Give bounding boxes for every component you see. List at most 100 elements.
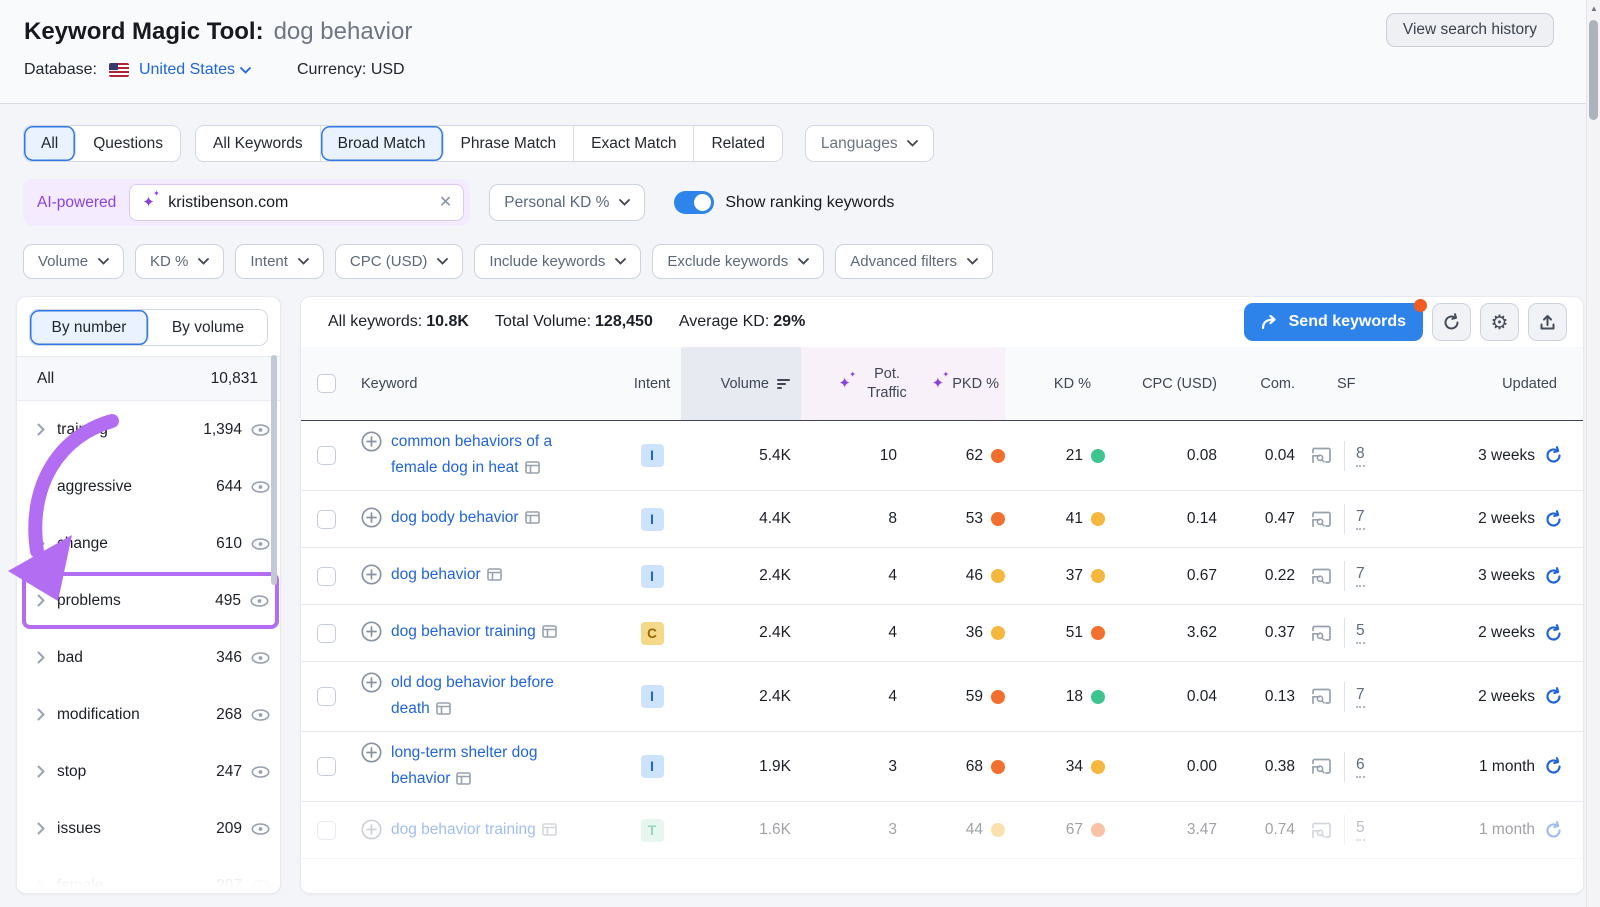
- personal-kd-dropdown[interactable]: Personal KD %: [489, 184, 645, 221]
- serp-features-icon[interactable]: [1311, 822, 1332, 839]
- match-tab[interactable]: All Keywords: [196, 126, 321, 161]
- sidebar-group-item[interactable]: bad 346: [17, 629, 280, 686]
- refresh-icon[interactable]: [1544, 821, 1563, 840]
- column-header-sf[interactable]: SF: [1295, 347, 1393, 420]
- sidebar-group-item[interactable]: modification 268: [17, 686, 280, 743]
- row-checkbox[interactable]: [317, 510, 336, 529]
- serp-preview-icon[interactable]: [487, 564, 502, 590]
- serp-preview-icon[interactable]: [525, 507, 540, 533]
- column-header-kd[interactable]: KD %: [1005, 347, 1105, 420]
- filter-dropdown[interactable]: Exclude keywords: [652, 244, 824, 279]
- match-tab[interactable]: Phrase Match: [444, 126, 575, 161]
- eye-icon[interactable]: [250, 595, 269, 607]
- serp-features-icon[interactable]: [1311, 511, 1332, 528]
- add-keyword-icon[interactable]: [361, 819, 382, 840]
- sidebar-group-item[interactable]: issues 209: [17, 800, 280, 857]
- add-keyword-icon[interactable]: [361, 672, 382, 693]
- table-row[interactable]: old dog behavior before death I 2.4K 4 5…: [301, 662, 1583, 732]
- chevron-right-icon[interactable]: [37, 594, 45, 607]
- chevron-right-icon[interactable]: [37, 480, 45, 493]
- languages-dropdown[interactable]: Languages: [805, 125, 934, 162]
- column-header-pot-traffic[interactable]: ✦ Pot. Traffic: [801, 347, 913, 420]
- export-button[interactable]: [1528, 303, 1567, 341]
- row-checkbox[interactable]: [317, 567, 336, 586]
- scrollbar-thumb[interactable]: [1589, 20, 1598, 120]
- filter-dropdown[interactable]: Volume: [23, 244, 124, 279]
- sidebar-item-all[interactable]: All 10,831: [17, 356, 280, 401]
- keyword-link[interactable]: dog body behavior: [391, 509, 519, 526]
- select-all-checkbox[interactable]: [317, 374, 336, 393]
- chevron-right-icon[interactable]: [37, 765, 45, 778]
- eye-icon[interactable]: [251, 766, 270, 778]
- row-checkbox[interactable]: [317, 757, 336, 776]
- table-row[interactable]: long-term shelter dog behavior I 1.9K 3 …: [301, 732, 1583, 802]
- chevron-right-icon[interactable]: [37, 708, 45, 721]
- sidebar-group-item[interactable]: stop 247: [17, 743, 280, 800]
- sidebar-group-item[interactable]: aggressive 644: [17, 458, 280, 515]
- column-header-keyword[interactable]: Keyword: [361, 347, 623, 420]
- refresh-icon[interactable]: [1544, 567, 1563, 586]
- column-header-com[interactable]: Com.: [1217, 347, 1295, 420]
- add-keyword-icon[interactable]: [361, 431, 382, 452]
- column-header-volume[interactable]: Volume: [681, 347, 801, 420]
- eye-icon[interactable]: [251, 823, 270, 835]
- add-keyword-icon[interactable]: [361, 507, 382, 528]
- serp-preview-icon[interactable]: [542, 819, 557, 845]
- sidebar-group-item[interactable]: change 610: [17, 515, 280, 572]
- refresh-icon[interactable]: [1544, 687, 1563, 706]
- browser-scrollbar[interactable]: ▲: [1586, 0, 1600, 907]
- eye-icon[interactable]: [251, 424, 270, 436]
- eye-icon[interactable]: [251, 481, 270, 493]
- clear-input-icon[interactable]: ✕: [439, 192, 452, 212]
- eye-icon[interactable]: [251, 652, 270, 664]
- serp-preview-icon[interactable]: [436, 698, 451, 724]
- match-tab[interactable]: Questions: [76, 126, 180, 161]
- chevron-right-icon[interactable]: [37, 822, 45, 835]
- keyword-link[interactable]: dog behavior training: [391, 623, 536, 640]
- serp-features-icon[interactable]: [1311, 568, 1332, 585]
- match-tab[interactable]: Exact Match: [574, 126, 694, 161]
- sidebar-group-item[interactable]: female 207: [17, 857, 280, 894]
- chevron-right-icon[interactable]: [37, 651, 45, 664]
- table-row[interactable]: dog behavior training C 2.4K 4 36 51 3.6…: [301, 605, 1583, 662]
- match-tab[interactable]: Broad Match: [321, 126, 444, 161]
- row-checkbox[interactable]: [317, 446, 336, 465]
- sf-count[interactable]: 7: [1356, 565, 1365, 587]
- filter-dropdown[interactable]: Intent: [235, 244, 324, 279]
- column-header-intent[interactable]: Intent: [623, 347, 681, 420]
- serp-features-icon[interactable]: [1311, 688, 1332, 705]
- domain-search-input[interactable]: [129, 184, 464, 221]
- sf-count[interactable]: 7: [1356, 508, 1365, 530]
- sf-count[interactable]: 7: [1356, 686, 1365, 708]
- keyword-link[interactable]: dog behavior: [391, 566, 481, 583]
- sidebar-sort-tab[interactable]: By volume: [149, 310, 267, 345]
- table-row[interactable]: dog behavior training T 1.6K 3 44 67 3.4…: [301, 802, 1583, 859]
- add-keyword-icon[interactable]: [361, 742, 382, 763]
- filter-dropdown[interactable]: CPC (USD): [335, 244, 464, 279]
- column-header-updated[interactable]: Updated: [1393, 347, 1567, 420]
- sf-count[interactable]: 6: [1356, 756, 1365, 778]
- table-row[interactable]: dog behavior I 2.4K 4 46 37 0.67 0.22: [301, 548, 1583, 605]
- refresh-icon[interactable]: [1544, 757, 1563, 776]
- send-keywords-button[interactable]: Send keywords: [1244, 303, 1423, 341]
- table-row[interactable]: dog body behavior I 4.4K 8 53 41 0.14 0.…: [301, 491, 1583, 548]
- column-header-pkd[interactable]: ✦ PKD %: [913, 347, 1005, 420]
- sf-count[interactable]: 5: [1356, 622, 1365, 644]
- table-row[interactable]: common behaviors of a female dog in heat…: [301, 421, 1583, 491]
- refresh-icon[interactable]: [1544, 510, 1563, 529]
- column-header-cpc[interactable]: CPC (USD): [1105, 347, 1217, 420]
- serp-features-icon[interactable]: [1311, 758, 1332, 775]
- serp-features-icon[interactable]: [1311, 625, 1332, 642]
- sidebar-scrollbar[interactable]: [271, 355, 277, 585]
- row-checkbox[interactable]: [317, 687, 336, 706]
- filter-dropdown[interactable]: Advanced filters: [835, 244, 993, 279]
- row-checkbox[interactable]: [317, 624, 336, 643]
- eye-icon[interactable]: [251, 709, 270, 721]
- add-keyword-icon[interactable]: [361, 621, 382, 642]
- keyword-link[interactable]: dog behavior training: [391, 821, 536, 838]
- chevron-right-icon[interactable]: [37, 879, 45, 892]
- row-checkbox[interactable]: [317, 821, 336, 840]
- eye-icon[interactable]: [251, 880, 270, 892]
- sf-count[interactable]: 8: [1356, 445, 1365, 467]
- chevron-right-icon[interactable]: [37, 423, 45, 436]
